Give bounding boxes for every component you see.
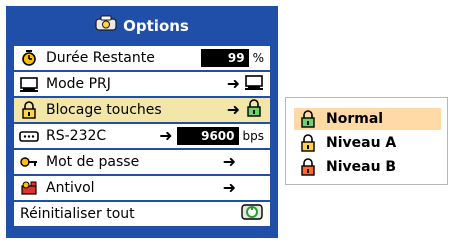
menu-row-right: ➜ [227, 72, 264, 96]
projection-mode-icon [18, 75, 40, 93]
menu-row-mot-de-passe[interactable]: Mot de passe ➜ [14, 150, 270, 174]
value-unit: % [252, 51, 264, 65]
lock-icon [18, 101, 40, 119]
menu-row-label: Réinitialiser tout [20, 206, 135, 222]
menu-row-right: ➜ 9600 bps [159, 124, 264, 148]
value-box: 9600 [176, 127, 239, 145]
panel-header: Options [6, 6, 278, 46]
menu-row-mode-prj[interactable]: Mode PRJ ➜ [14, 72, 270, 96]
arrow-icon: ➜ [222, 152, 236, 171]
submenu-item-label: Normal [326, 111, 384, 127]
menu-row-label: Durée Restante [46, 50, 155, 66]
lock-level-submenu: Normal Niveau A Niveau B [285, 97, 448, 185]
password-icon [18, 153, 40, 171]
options-icon [95, 15, 117, 37]
value-unit: bps [242, 129, 265, 143]
menu-row-right: 99 % [200, 46, 264, 70]
menu-row-right: ➜ [227, 98, 264, 122]
menu-row-label: RS-232C [46, 128, 107, 144]
options-panel: Options Durée Restante 99 % Mode PRJ ➜ B… [6, 6, 278, 238]
clock-icon [18, 49, 40, 67]
menu-row-right [240, 202, 264, 226]
value-box: 99 [200, 49, 249, 67]
antitheft-icon [18, 179, 40, 197]
projection-mode-icon [244, 73, 264, 95]
arrow-icon: ➜ [226, 74, 240, 93]
menu-row-duree-restante[interactable]: Durée Restante 99 % [14, 46, 270, 70]
panel-title: Options [123, 17, 189, 35]
lock-green-icon [298, 110, 318, 128]
reset-icon [240, 203, 264, 225]
submenu-item-niveau-a[interactable]: Niveau A [294, 132, 441, 154]
menu-row-antivol[interactable]: Antivol ➜ [14, 176, 270, 200]
lock-yellow-icon [298, 134, 318, 152]
menu-row-right: ➜ [223, 150, 264, 174]
menu-row-label: Mode PRJ [46, 76, 111, 92]
submenu-item-normal[interactable]: Normal [294, 108, 441, 130]
lock-icon [244, 99, 264, 121]
menu-row-label: Mot de passe [46, 154, 140, 170]
submenu-item-label: Niveau B [326, 159, 397, 175]
rs232-icon [18, 127, 40, 145]
menu-row-right: ➜ [223, 176, 264, 200]
menu-row-blocage-touches[interactable]: Blocage touches ➜ [14, 98, 270, 122]
arrow-icon: ➜ [159, 126, 173, 145]
submenu-item-label: Niveau A [326, 135, 397, 151]
submenu-item-niveau-b[interactable]: Niveau B [294, 156, 441, 178]
arrow-icon: ➜ [222, 178, 236, 197]
menu-row-rs232c[interactable]: RS-232C ➜ 9600 bps [14, 124, 270, 148]
menu-row-label: Antivol [46, 180, 95, 196]
menu-row-reinitialiser-tout[interactable]: Réinitialiser tout [14, 202, 270, 226]
arrow-icon: ➜ [226, 100, 240, 119]
menu-row-label: Blocage touches [46, 102, 162, 118]
lock-red-icon [298, 158, 318, 176]
